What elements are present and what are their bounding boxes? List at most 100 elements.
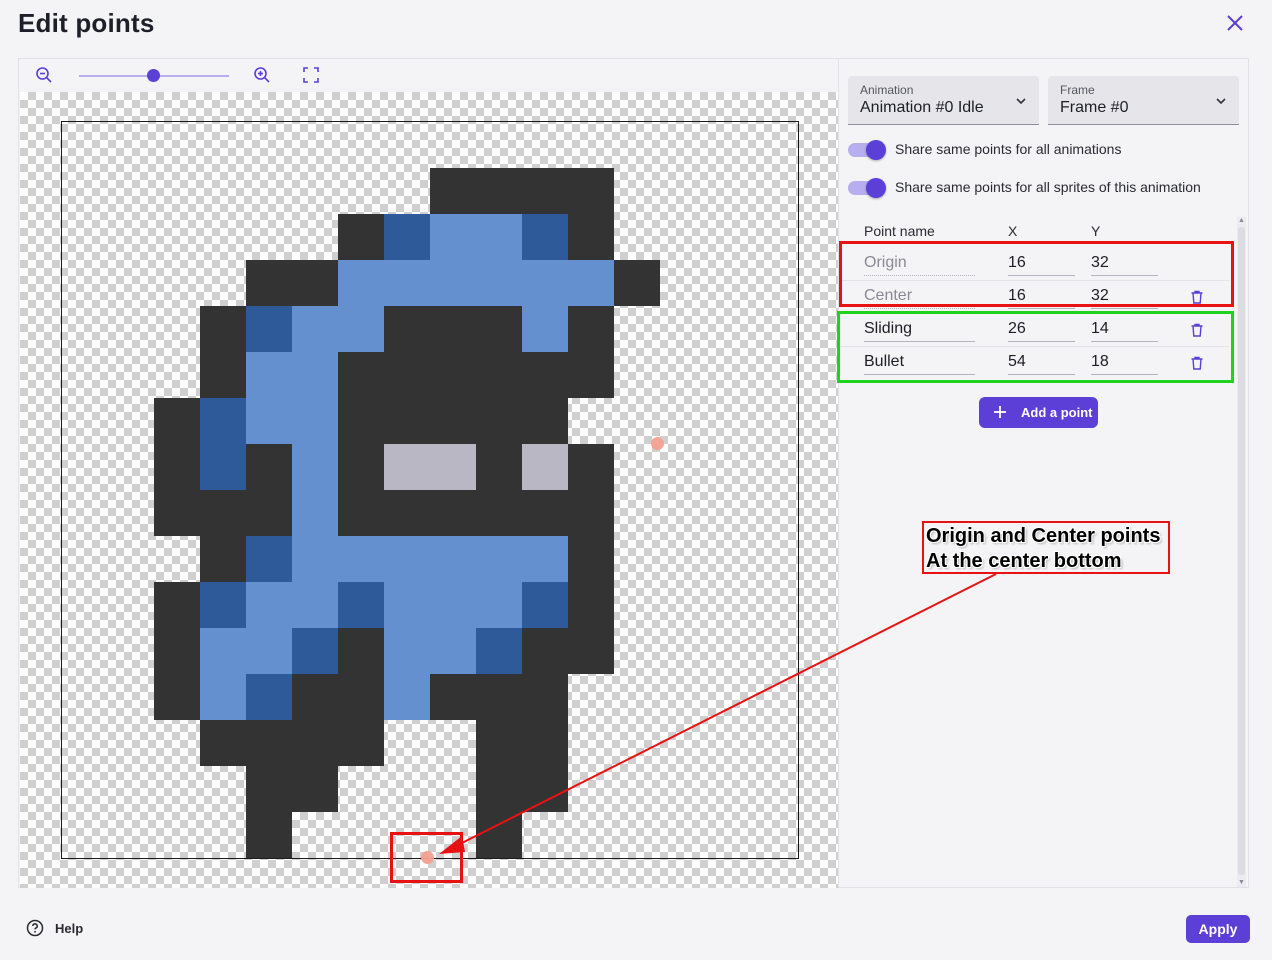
sprite-pixel (154, 490, 200, 536)
sprite-pixel (200, 674, 246, 720)
sprite-pixel (200, 398, 246, 444)
sprite-pixel (246, 260, 292, 306)
sprite-pixel (246, 444, 292, 490)
sprite-pixel (476, 582, 522, 628)
sprite-pixel (522, 490, 568, 536)
share-sprites-switch[interactable] (848, 178, 886, 198)
sliding-point-marker[interactable] (651, 437, 664, 450)
sprite-pixel (292, 628, 338, 674)
sprite-pixel (476, 628, 522, 674)
add-point-button[interactable]: Add a point (979, 397, 1098, 428)
sprite-pixel (568, 628, 614, 674)
zoom-out-icon[interactable] (35, 66, 53, 84)
sprite-pixel (384, 444, 430, 490)
sprite-pixel (338, 352, 384, 398)
sprite-pixel (338, 628, 384, 674)
sprite-pixel (292, 536, 338, 582)
sprite-pixel (338, 582, 384, 628)
frame-select-value: Frame #0 (1060, 99, 1129, 116)
sprite-pixel (246, 766, 292, 812)
panel-scrollbar[interactable]: ▲ ▼ (1237, 217, 1246, 887)
callout-line-2: At the center bottom (926, 550, 1122, 572)
add-point-label: Add a point (1021, 405, 1093, 420)
sprite-pixel (292, 766, 338, 812)
sprite-pixel (246, 306, 292, 352)
sprite-pixel (292, 398, 338, 444)
default-points-highlight (839, 241, 1234, 307)
sprite-image (62, 122, 798, 858)
sprite-pixel (568, 352, 614, 398)
sprite-pixel (200, 720, 246, 766)
sprite-pixel (200, 306, 246, 352)
chevron-down-icon (1016, 98, 1026, 105)
share-animations-switch[interactable] (848, 140, 886, 160)
sprite-pixel (430, 260, 476, 306)
sprite-pixel (430, 352, 476, 398)
sprite-pixel (430, 628, 476, 674)
sprite-pixel (246, 352, 292, 398)
help-label: Help (55, 921, 84, 936)
sprite-pixel (246, 628, 292, 674)
sprite-pixel (246, 490, 292, 536)
animation-select[interactable]: Animation Animation #0 Idle (848, 76, 1039, 125)
scrollbar-thumb[interactable] (1238, 227, 1245, 875)
sprite-pixel (476, 214, 522, 260)
sprite-pixel (338, 490, 384, 536)
sprite-pixel (430, 582, 476, 628)
sprite-pixel (476, 306, 522, 352)
custom-points-highlight (837, 311, 1234, 383)
sprite-pixel (384, 628, 430, 674)
animation-select-label: Animation (860, 83, 914, 97)
sprite-pixel (522, 766, 568, 812)
sprite-pixel (430, 674, 476, 720)
sprite-pixel (476, 260, 522, 306)
sprite-pixel (246, 812, 292, 858)
sprite-pixel (338, 214, 384, 260)
zoom-in-icon[interactable] (253, 66, 271, 84)
sprite-pixel (522, 720, 568, 766)
dialog-title: Edit points (18, 8, 155, 38)
sprite-pixel (430, 398, 476, 444)
sprite-pixel (430, 536, 476, 582)
sprite-pixel (568, 444, 614, 490)
annotation-callout: Origin and Center points At the center b… (922, 521, 1170, 574)
sprite-pixel (384, 398, 430, 444)
sprite-pixel (522, 582, 568, 628)
sprite-canvas[interactable] (20, 92, 838, 888)
sprite-pixel (338, 398, 384, 444)
sprite-pixel (476, 536, 522, 582)
sprite-pixel (430, 214, 476, 260)
sprite-pixel (568, 306, 614, 352)
sprite-pixel (568, 214, 614, 260)
sprite-pixel (384, 582, 430, 628)
sprite-pixel (522, 306, 568, 352)
sprite-pixel (430, 306, 476, 352)
sprite-pixel (476, 812, 522, 858)
fit-to-view-icon[interactable] (302, 66, 320, 84)
sprite-pixel (522, 260, 568, 306)
sprite-pixel (154, 444, 200, 490)
sprite-pixel (384, 260, 430, 306)
toggle-share-animations: Share same points for all animations (848, 139, 1238, 163)
apply-button[interactable]: Apply (1186, 915, 1250, 943)
sprite-pixel (338, 674, 384, 720)
frame-select[interactable]: Frame Frame #0 (1048, 76, 1239, 125)
sprite-pixel (568, 582, 614, 628)
sprite-pixel (568, 536, 614, 582)
sprite-pixel (338, 536, 384, 582)
sprite-pixel (384, 306, 430, 352)
sprite-pixel (292, 720, 338, 766)
sprite-pixel (522, 352, 568, 398)
sprite-pixel (430, 168, 476, 214)
close-icon[interactable] (1224, 12, 1246, 34)
sprite-pixel (154, 582, 200, 628)
sprite-pixel (292, 490, 338, 536)
sprite-pixel (338, 444, 384, 490)
sprite-pixel (292, 306, 338, 352)
column-header-name: Point name (864, 223, 935, 239)
animation-select-value: Animation #0 Idle (860, 99, 984, 116)
sprite-pixel (476, 398, 522, 444)
zoom-slider-thumb[interactable] (147, 69, 160, 82)
sprite-pixel (522, 444, 568, 490)
chevron-down-icon (1216, 98, 1226, 105)
